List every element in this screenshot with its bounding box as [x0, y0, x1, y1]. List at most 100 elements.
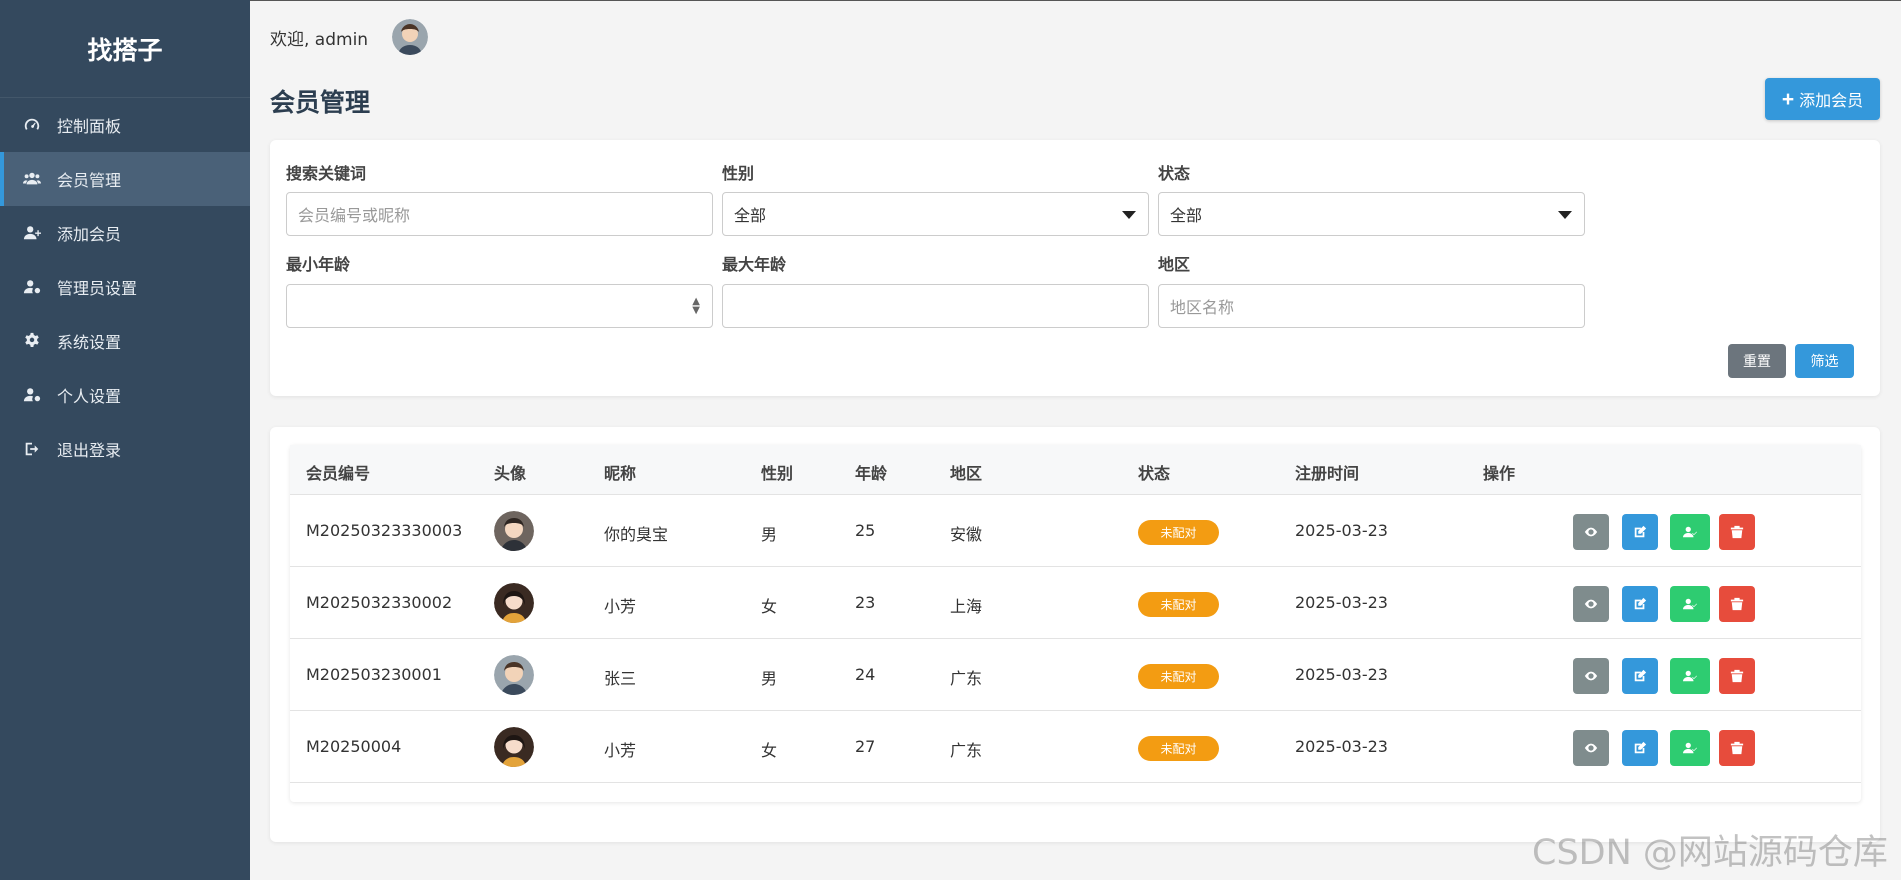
logout-icon: [22, 439, 42, 459]
member-registered: 2025-03-23: [1295, 737, 1388, 756]
welcome-text: 欢迎, admin: [270, 29, 369, 50]
member-avatar: [494, 727, 534, 767]
sidebar-item-logout[interactable]: 退出登录: [0, 422, 250, 476]
min-age-label: 最小年龄: [286, 255, 351, 274]
edit-icon: [1634, 597, 1647, 610]
user-cog-icon: [22, 277, 42, 297]
delete-button[interactable]: [1719, 730, 1755, 766]
gender-label: 性别: [722, 164, 755, 183]
eye-icon: [1584, 671, 1598, 681]
gender-select-value: 全部: [734, 206, 767, 225]
eye-icon: [1584, 599, 1598, 609]
region-input[interactable]: 地区名称: [1158, 284, 1585, 328]
edit-icon: [1634, 669, 1647, 682]
sidebar-item-label: 会员管理: [57, 171, 122, 190]
member-age: 25: [855, 521, 876, 540]
delete-button[interactable]: [1719, 586, 1755, 622]
gear-icon: [22, 331, 42, 351]
sidebar-item-label: 个人设置: [57, 387, 122, 406]
col-actions: 操作: [1483, 464, 1516, 483]
admin-avatar[interactable]: [392, 19, 429, 55]
min-age-input[interactable]: ▲ ▼: [286, 284, 713, 328]
plus-icon: +: [1781, 87, 1795, 111]
main-content: 欢迎, admin 会员管理 + 添加会员 搜索关键词 会员编号或昵称 性别 全…: [250, 0, 1901, 880]
member-age: 23: [855, 593, 876, 612]
member-age: 27: [855, 737, 876, 756]
match-button[interactable]: [1670, 514, 1710, 550]
sidebar-item-label: 系统设置: [57, 333, 122, 352]
edit-button[interactable]: [1622, 514, 1658, 550]
member-region: 广东: [950, 669, 983, 688]
status-select-value: 全部: [1170, 206, 1203, 225]
member-nickname: 小芳: [604, 597, 637, 616]
chevron-down-icon: [1558, 211, 1572, 219]
col-member-id: 会员编号: [306, 464, 371, 483]
status-badge: 未配对: [1138, 736, 1219, 761]
reset-button[interactable]: 重置: [1728, 344, 1786, 378]
edit-button[interactable]: [1622, 586, 1658, 622]
trash-icon: [1730, 525, 1744, 539]
col-nickname: 昵称: [604, 464, 637, 483]
sidebar: 找搭子 控制面板 会员管理 添加会员 管理员设置 系统设置 个人设置 退出登录: [0, 0, 250, 880]
delete-button[interactable]: [1719, 658, 1755, 694]
delete-button[interactable]: [1719, 514, 1755, 550]
match-button[interactable]: [1670, 586, 1710, 622]
view-button[interactable]: [1573, 730, 1609, 766]
edit-icon: [1634, 525, 1647, 538]
keyword-input[interactable]: 会员编号或昵称: [286, 192, 713, 236]
member-id: M20250004: [306, 737, 402, 756]
eye-icon: [1584, 743, 1598, 753]
user-check-icon: [1683, 742, 1697, 754]
view-button[interactable]: [1573, 658, 1609, 694]
max-age-label: 最大年龄: [722, 255, 787, 274]
sidebar-item-system-settings[interactable]: 系统设置: [0, 314, 250, 368]
filter-panel: 搜索关键词 会员编号或昵称 性别 全部 状态 全部 最小年龄 ▲ ▼ 最大年龄 地…: [270, 140, 1880, 396]
number-spinner-icon[interactable]: ▲ ▼: [692, 297, 700, 316]
sidebar-item-label: 管理员设置: [57, 279, 138, 298]
topbar: 欢迎, admin: [270, 19, 429, 55]
member-gender: 女: [761, 741, 778, 760]
user-check-icon: [1683, 670, 1697, 682]
users-icon: [22, 169, 42, 189]
chevron-down-icon: [1122, 211, 1136, 219]
match-button[interactable]: [1670, 730, 1710, 766]
col-gender: 性别: [761, 464, 794, 483]
user-plus-icon: [22, 223, 42, 243]
edit-button[interactable]: [1622, 658, 1658, 694]
edit-button[interactable]: [1622, 730, 1658, 766]
sidebar-item-label: 添加会员: [57, 225, 122, 244]
view-button[interactable]: [1573, 514, 1609, 550]
member-gender: 男: [761, 669, 778, 688]
filter-button[interactable]: 筛选: [1795, 344, 1854, 378]
status-badge: 未配对: [1138, 664, 1219, 689]
col-status: 状态: [1138, 464, 1171, 483]
sidebar-item-dashboard[interactable]: 控制面板: [0, 98, 250, 152]
dashboard-icon: [22, 115, 42, 135]
gender-select[interactable]: 全部: [722, 192, 1149, 236]
table-header: 会员编号 头像 昵称 性别 年龄 地区 状态 注册时间 操作: [290, 445, 1861, 495]
view-button[interactable]: [1573, 586, 1609, 622]
sidebar-item-personal-settings[interactable]: 个人设置: [0, 368, 250, 422]
member-avatar: [494, 655, 534, 695]
member-id: M202503230001: [306, 665, 442, 684]
sidebar-item-admin-settings[interactable]: 管理员设置: [0, 260, 250, 314]
watermark: CSDN @网站源码仓库: [1532, 833, 1888, 873]
max-age-input[interactable]: [722, 284, 1149, 328]
trash-icon: [1730, 741, 1744, 755]
match-button[interactable]: [1670, 658, 1710, 694]
add-member-button[interactable]: + 添加会员: [1765, 78, 1880, 120]
eye-icon: [1584, 527, 1598, 537]
region-label: 地区: [1158, 255, 1191, 274]
page-title: 会员管理: [270, 88, 371, 117]
keyword-label: 搜索关键词: [286, 164, 367, 183]
user-gear-icon: [22, 385, 42, 405]
user-check-icon: [1683, 526, 1697, 538]
sidebar-item-add-member[interactable]: 添加会员: [0, 206, 250, 260]
status-select[interactable]: 全部: [1158, 192, 1585, 236]
member-avatar: [494, 511, 534, 551]
user-check-icon: [1683, 598, 1697, 610]
col-registered: 注册时间: [1295, 464, 1360, 483]
member-region: 安徽: [950, 525, 983, 544]
member-registered: 2025-03-23: [1295, 665, 1388, 684]
sidebar-item-members[interactable]: 会员管理: [0, 152, 250, 206]
